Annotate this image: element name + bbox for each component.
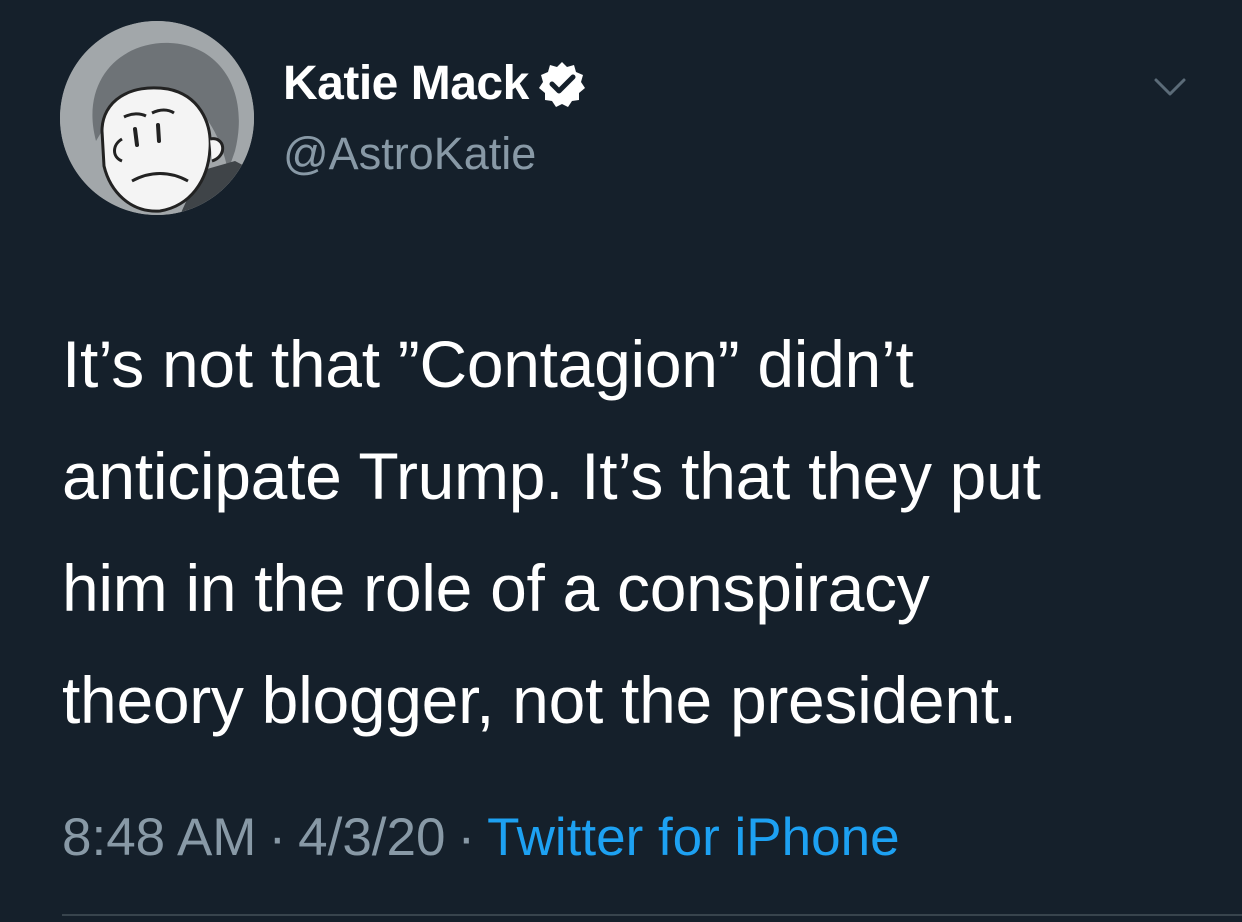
tweet-date[interactable]: 4/3/20 xyxy=(298,808,445,867)
tweet-text-line: theory blogger, not the president. xyxy=(62,663,1017,737)
chevron-down-icon[interactable] xyxy=(1150,72,1190,102)
meta-separator: · xyxy=(268,808,287,867)
tweet-meta: 8:48 AM · 4/3/20 · Twitter for iPhone xyxy=(62,803,900,873)
tweet-text: It’s not that ”Contagion” didn’t anticip… xyxy=(62,308,1202,756)
verified-badge-icon xyxy=(537,59,587,109)
divider xyxy=(62,914,1242,916)
avatar-illustration xyxy=(60,21,254,215)
tweet-source-link[interactable]: Twitter for iPhone xyxy=(487,808,899,867)
tweet-text-line: It’s not that ”Contagion” didn’t xyxy=(62,327,914,401)
tweet-time: 8:48 AM xyxy=(62,808,257,867)
author-name-row[interactable]: Katie Mack xyxy=(283,54,587,114)
meta-separator: · xyxy=(457,808,476,867)
author-display-name[interactable]: Katie Mack xyxy=(283,54,529,114)
author-handle[interactable]: @AstroKatie xyxy=(283,126,536,182)
avatar[interactable] xyxy=(60,21,254,215)
tweet-text-line: him in the role of a conspiracy xyxy=(62,551,930,625)
tweet-text-line: anticipate Trump. It’s that they put xyxy=(62,439,1041,513)
